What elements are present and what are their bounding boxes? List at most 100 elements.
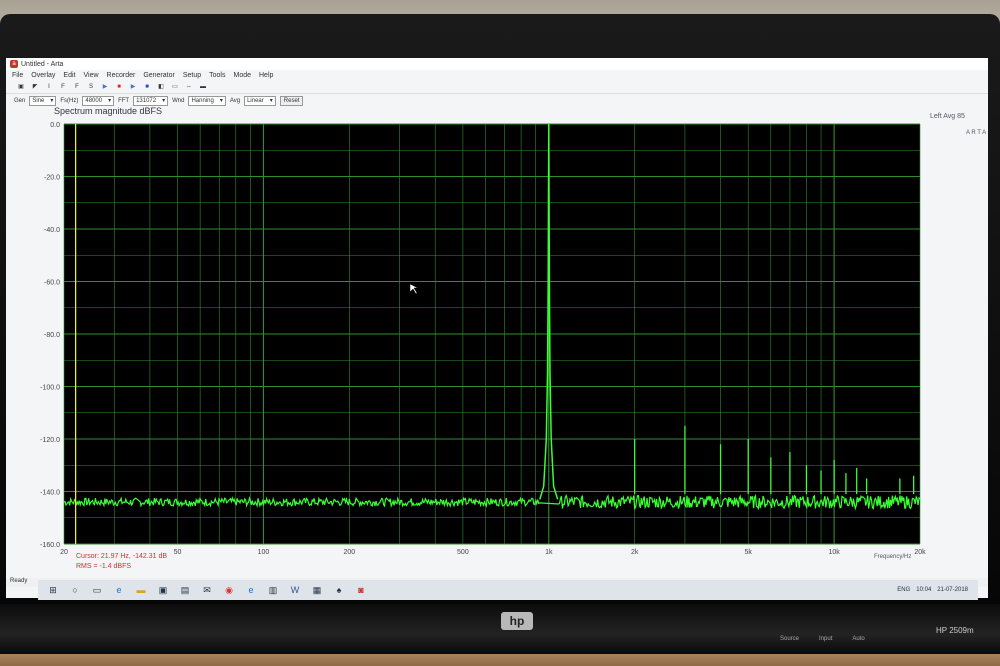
step-icon[interactable]: ◧ [156,83,166,91]
hp-logo: hp [501,612,533,630]
fft-select[interactable]: 131072 ▾ [133,95,169,106]
edge-icon[interactable]: e [114,585,124,595]
open-icon[interactable]: ▣ [16,83,26,91]
chevron-down-icon: ▾ [219,97,223,104]
x-tick-label: 1k [545,549,553,556]
scale-icon[interactable]: ⇔ [184,83,194,91]
spectrum-chart[interactable]: Spectrum magnitude dBFS Left Avg 85 A R … [6,106,988,582]
rms-readout: RMS = -1.4 dBFS [76,563,131,570]
system-tray: ENG 10:04 21-07-2018 [897,587,978,593]
chrome-icon[interactable]: ◉ [224,585,234,595]
marker-icon[interactable]: ◤ [30,83,40,91]
chevron-down-icon: ▾ [269,97,273,104]
files-icon[interactable]: ▥ [268,585,278,595]
y-tick-label: -100.0 [40,385,60,392]
avg-label: Avg [229,97,241,104]
record-icon[interactable]: ■ [114,83,124,91]
y-tick-label: -160.0 [40,542,60,549]
wnd-label: Wnd [172,97,185,104]
x-tick-label: 20k [914,549,926,556]
window-title: Untitled - Arta [21,60,64,68]
impulse-icon[interactable]: I [44,83,54,91]
chevron-down-icon: ▾ [50,97,54,104]
x-tick-label: 200 [343,549,355,556]
corner-label: Left Avg 85 [930,113,965,120]
y-tick-label: -120.0 [40,437,60,444]
calculator-icon[interactable]: ▦ [312,585,322,595]
chevron-down-icon: ▾ [108,97,112,104]
menu-bar: File Overlay Edit View Recorder Generato… [6,70,988,81]
menu-tools[interactable]: Tools [209,72,225,79]
ie-icon[interactable]: e [246,585,256,595]
y-tick-label: -20.0 [44,175,60,182]
fs-label: Fs(Hz) [60,97,79,104]
y-tick-label: -140.0 [40,490,60,497]
x-tick-label: 50 [174,549,182,556]
taskview-icon[interactable]: ▭ [92,585,102,595]
input-button[interactable]: Input [819,636,832,642]
x-tick-label: 20 [60,549,68,556]
monitor-bezel: a Untitled - Arta File Overlay Edit View… [0,14,1000,654]
title-bar: a Untitled - Arta [6,58,988,70]
toolbar: ▣ ◤ I F F S ▶ ■ ▶ ■ ◧ ▭ ⇔ ▬ [6,81,988,94]
folder-icon[interactable]: ▬ [136,585,146,595]
solitaire-icon[interactable]: ♠ [334,585,344,595]
y-tick-label: -60.0 [44,280,60,287]
y-tick-label: -80.0 [44,332,60,339]
auto-button[interactable]: Auto [852,636,864,642]
x-tick-label: 5k [745,549,753,556]
play-icon[interactable]: ▶ [100,83,110,91]
gen-label: Gen [14,97,26,104]
y-tick-label: 0.0 [50,122,60,129]
monitor-model: HP 2509m [936,626,974,635]
menu-setup[interactable]: Setup [183,72,201,79]
gen-select[interactable]: Sine ▾ [29,95,57,106]
fs-select[interactable]: 48000 ▾ [82,95,115,106]
x-tick-label: 2k [631,549,639,556]
side-label: A R T A [966,130,986,136]
reset-button[interactable]: Reset [279,95,304,106]
settings-icon[interactable]: ▬ [198,83,208,91]
tray-language[interactable]: ENG [897,587,910,593]
arta-icon[interactable]: ◙ [356,585,366,595]
store-icon[interactable]: ▣ [158,585,168,595]
tray-date[interactable]: 21-07-2018 [937,587,968,593]
spectrum-icon[interactable]: S [86,83,96,91]
taskbar: ⊞ ○ ▭ e ▬ ▣ ▤ ✉ ◉ e ▥ W ▦ ♠ ◙ ENG 10:04 … [38,580,978,600]
x-tick-label: 100 [258,549,270,556]
menu-help[interactable]: Help [259,72,273,79]
menu-overlay[interactable]: Overlay [31,72,55,79]
cursor-readout: Cursor: 21.97 Hz, -142.31 dB [76,553,167,560]
x-axis-title: Frequency/Hz [874,554,911,560]
bezel-bottom [0,604,1000,654]
search-icon[interactable]: ○ [70,585,80,595]
menu-generator[interactable]: Generator [143,72,175,79]
avg-select[interactable]: Linear ▾ [244,95,276,106]
overlay-icon[interactable]: ▭ [170,83,180,91]
freq-icon[interactable]: F [58,83,68,91]
stop-icon[interactable]: ■ [142,83,152,91]
menu-mode[interactable]: Mode [233,72,251,79]
wnd-select[interactable]: Hanning ▾ [188,95,226,106]
menu-file[interactable]: File [12,72,23,79]
word-icon[interactable]: W [290,585,300,595]
screen: a Untitled - Arta File Overlay Edit View… [6,58,988,598]
chevron-down-icon: ▾ [162,97,166,104]
play2-icon[interactable]: ▶ [128,83,138,91]
spectrum-svg[interactable]: Spectrum magnitude dBFS Left Avg 85 A R … [6,106,988,582]
x-tick-label: 500 [457,549,469,556]
x-tick-label: 10k [828,549,840,556]
freq2-icon[interactable]: F [72,83,82,91]
arta-app-icon: a [10,60,18,68]
chart-title: Spectrum magnitude dBFS [54,106,162,116]
windows-icon[interactable]: ⊞ [48,585,58,595]
tray-clock[interactable]: 10:04 [916,587,931,593]
mail-icon[interactable]: ✉ [202,585,212,595]
menu-recorder[interactable]: Recorder [107,72,136,79]
y-tick-label: -40.0 [44,227,60,234]
menu-edit[interactable]: Edit [63,72,75,79]
source-button[interactable]: Source [780,636,799,642]
menu-view[interactable]: View [83,72,98,79]
monitor-buttons: Source Input Auto [780,636,960,642]
app-icon[interactable]: ▤ [180,585,190,595]
